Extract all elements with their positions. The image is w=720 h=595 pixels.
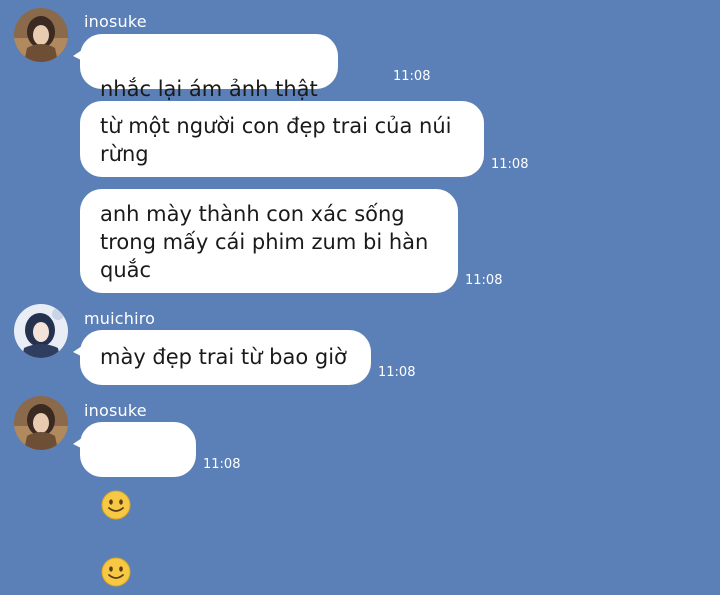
message-bubble[interactable]: nhắc lại ám ảnh thật [73,34,338,160]
sender-name: inosuke [84,12,147,31]
message-text: nhắc lại ám ảnh thật [100,77,318,101]
message-bubble[interactable]: từ một người con đẹp trai của núi rừng [80,101,484,177]
inosuke-avatar[interactable] [14,8,68,62]
sender-name: inosuke [84,401,147,420]
message-bubble[interactable]: mày đẹp trai từ bao giờ [73,330,371,385]
message-time: 11:08 [393,69,431,84]
message-bubble[interactable] [73,422,196,587]
message-bubble[interactable]: anh mày thành con xác sống trong mấy cái… [80,189,458,293]
slightly-smiling-face-icon [100,528,132,595]
message-time: 11:08 [203,457,241,472]
slightly-smiling-face-icon [100,461,132,528]
message-time: 11:08 [491,157,529,172]
muichiro-avatar[interactable] [14,304,68,358]
inosuke-avatar[interactable] [14,396,68,450]
sender-name: muichiro [84,309,156,328]
message-time: 11:08 [378,365,416,380]
message-time: 11:08 [465,273,503,288]
